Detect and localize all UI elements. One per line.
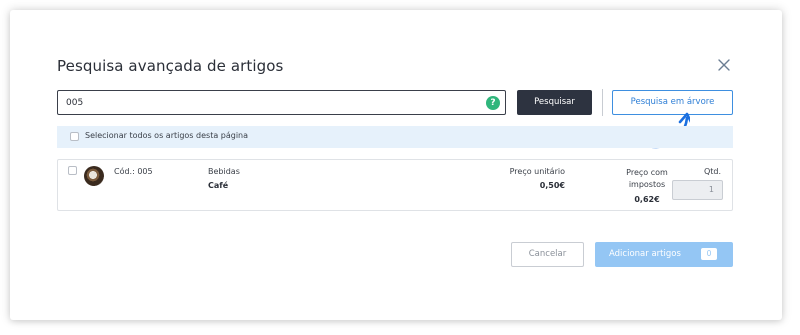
select-all-label: Selecionar todos os artigos desta página [85, 131, 249, 140]
cancel-button[interactable]: Cancelar [511, 242, 584, 267]
help-icon[interactable]: ? [486, 96, 500, 110]
article-category: Bebidas [208, 167, 240, 176]
coffee-thumbnail [84, 166, 104, 186]
unit-price-label: Preço unitário [509, 167, 565, 176]
article-name: Café [208, 181, 229, 190]
search-button[interactable]: Pesquisar [517, 90, 592, 115]
advanced-search-dialog: Pesquisa avançada de artigos ? Pesquisar… [10, 10, 782, 320]
select-all-checkbox[interactable] [70, 132, 79, 141]
quantity-input[interactable]: 1 [672, 180, 723, 200]
dialog-title: Pesquisa avançada de artigos [57, 57, 284, 75]
close-icon[interactable] [716, 57, 732, 73]
unit-price-value: 0,50€ [539, 181, 565, 190]
article-row: Cód.: 005 Bebidas Café Preço unitário 0,… [57, 159, 733, 211]
selected-count-badge: 0 [701, 248, 717, 260]
search-input[interactable] [58, 91, 478, 114]
add-articles-button[interactable]: Adicionar artigos 0 [595, 242, 733, 267]
select-all-bar: Selecionar todos os artigos desta página [57, 126, 733, 148]
article-code: Cód.: 005 [114, 167, 153, 176]
article-checkbox[interactable] [68, 166, 77, 175]
search-field: ? [57, 90, 506, 115]
divider [602, 89, 603, 116]
quantity-label: Qtd. [703, 167, 721, 176]
add-articles-label: Adicionar artigos [609, 249, 681, 259]
